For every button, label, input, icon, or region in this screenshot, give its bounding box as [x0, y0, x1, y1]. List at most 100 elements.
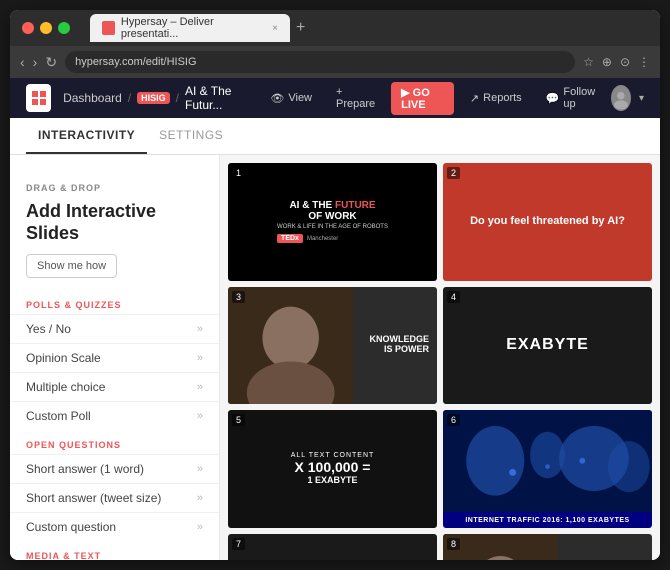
sidebar-item-custom-poll[interactable]: Custom Poll » [10, 401, 219, 430]
slide-5-num-text: X 100,000 = [295, 459, 371, 475]
slide-6[interactable]: 6 [443, 410, 652, 528]
chevron-icon: » [197, 492, 203, 504]
media-section-label: MEDIA & TEXT [10, 541, 219, 560]
toolbar-icons: ☆ ⊕ ⊙ ⋮ [583, 55, 650, 69]
slide-1-num: 1 [232, 167, 245, 179]
short-1word-label: Short answer (1 word) [26, 462, 144, 476]
browser-toolbar: ‹ › ↻ hypersay.com/edit/HISIG ☆ ⊕ ⊙ ⋮ [10, 46, 660, 78]
chevron-icon: » [197, 521, 203, 533]
slide-3[interactable]: 3 KNOWLEDGEIS POWER [228, 287, 437, 405]
chevron-icon: » [197, 352, 203, 364]
tab-close-icon[interactable]: × [272, 23, 278, 34]
slide-3-knowledge: KNOWLEDGEIS POWER [370, 335, 430, 355]
breadcrumb: Dashboard / HISIG / AI & The Futur... [63, 84, 250, 112]
ted-badge: TEDx [277, 234, 303, 243]
browser-window: Hypersay – Deliver presentati... × + ‹ ›… [10, 10, 660, 560]
app-content: INTERACTIVITY SETTINGS DRAG & DROP Add I… [10, 118, 660, 560]
slide-8-num: 8 [447, 538, 460, 550]
slide-3-portrait [228, 287, 353, 405]
app-header: Dashboard / HISIG / AI & The Futur... 👁 … [10, 78, 660, 118]
slide-6-text: INTERNET TRAFFIC 2016: 1,100 EXABYTES [465, 517, 629, 524]
view-button[interactable]: 👁 View [262, 88, 320, 109]
go-live-button[interactable]: ▶ GO LIVE [391, 82, 454, 115]
tab-favicon [102, 21, 115, 35]
slide-2-text: Do you feel threatened by AI? [470, 215, 625, 228]
slide-1[interactable]: 1 AI & THE FUTUREOF WORK WORK & LIFE IN … [228, 163, 437, 281]
slide-8-portrait [443, 534, 558, 560]
slide-5[interactable]: 5 ALL TEXT CONTENT X 100,000 = 1 EXABYTE [228, 410, 437, 528]
back-button[interactable]: ‹ [20, 54, 25, 70]
chevron-icon: » [197, 410, 203, 422]
breadcrumb-home[interactable]: Dashboard [63, 91, 122, 105]
sidebar-item-short-tweet[interactable]: Short answer (tweet size) » [10, 483, 219, 512]
sidebar-item-multiple-choice[interactable]: Multiple choice » [10, 372, 219, 401]
sidebar-item-short-1word[interactable]: Short answer (1 word) » [10, 454, 219, 483]
menu-icon[interactable]: ⋮ [638, 55, 650, 69]
extension-icon[interactable]: ⊕ [602, 55, 612, 69]
slide-8[interactable]: 8 IS KNOWLEDGESTILLPOWER? [443, 534, 652, 560]
slide-1-ted: TEDx Manchester [277, 234, 388, 243]
address-text: hypersay.com/edit/HISIG [75, 56, 196, 68]
slide-grid: 1 AI & THE FUTUREOF WORK WORK & LIFE IN … [228, 163, 652, 560]
eye-icon: 👁 [270, 92, 284, 105]
slide-7-num: 7 [232, 538, 245, 550]
opinion-scale-label: Opinion Scale [26, 351, 101, 365]
browser-tab[interactable]: Hypersay – Deliver presentati... × [90, 14, 290, 42]
prepare-button[interactable]: + Prepare [328, 82, 383, 114]
profile-icon[interactable]: ⊙ [620, 55, 630, 69]
follow-up-icon: 💬 [546, 92, 560, 105]
slide-5-num: 5 [232, 414, 245, 426]
reports-button[interactable]: ↗ Reports [462, 88, 530, 109]
slide-4-num: 4 [447, 291, 460, 303]
user-chevron-icon[interactable]: ▾ [639, 93, 644, 104]
add-slides-title: Add Interactive Slides [10, 197, 219, 254]
reports-icon: ↗ [470, 92, 479, 105]
view-label: View [288, 92, 312, 104]
forward-button[interactable]: › [33, 54, 38, 70]
polls-section-label: POLLS & QUIZZES [10, 290, 219, 314]
slide-2[interactable]: 2 Do you feel threatened by AI? [443, 163, 652, 281]
tab-settings[interactable]: SETTINGS [147, 118, 235, 154]
ted-location: Manchester [307, 236, 338, 242]
show-me-button[interactable]: Show me how [26, 254, 117, 278]
star-icon[interactable]: ☆ [583, 55, 594, 69]
slide-6-map [443, 410, 652, 512]
tab-bar: Hypersay – Deliver presentati... × + [90, 14, 648, 42]
drag-drop-label: DRAG & DROP [10, 183, 219, 197]
custom-poll-label: Custom Poll [26, 409, 91, 423]
open-questions-label: OPEN QUESTIONS [10, 430, 219, 454]
fullscreen-button[interactable] [58, 22, 70, 34]
minimize-button[interactable] [40, 22, 52, 34]
user-avatar[interactable] [611, 85, 631, 111]
address-bar[interactable]: hypersay.com/edit/HISIG [65, 51, 575, 73]
follow-up-label: Follow up [563, 86, 595, 110]
slide-4-text: EXABYTE [506, 336, 589, 354]
sidebar-item-yes-no[interactable]: Yes / No » [10, 314, 219, 343]
sidebar-item-custom-question[interactable]: Custom question » [10, 512, 219, 541]
chevron-icon: » [197, 323, 203, 335]
slide-7[interactable]: 7 KNOWLEDGE IN YOUR POCKET [228, 534, 437, 560]
sidebar: DRAG & DROP Add Interactive Slides Show … [10, 155, 220, 560]
slide-grid-area: 1 AI & THE FUTUREOF WORK WORK & LIFE IN … [220, 155, 660, 560]
slide-4[interactable]: 4 EXABYTE [443, 287, 652, 405]
short-tweet-label: Short answer (tweet size) [26, 491, 161, 505]
refresh-button[interactable]: ↻ [45, 54, 57, 71]
main-layout: DRAG & DROP Add Interactive Slides Show … [10, 155, 660, 560]
header-actions: 👁 View + Prepare ▶ GO LIVE ↗ Reports 💬 F… [262, 82, 644, 115]
traffic-lights [22, 22, 70, 34]
close-button[interactable] [22, 22, 34, 34]
chevron-icon: » [197, 463, 203, 475]
slide-3-text: KNOWLEDGEIS POWER [370, 335, 430, 355]
slide-5-line1: ALL TEXT CONTENT [291, 452, 375, 459]
chevron-icon: » [197, 381, 203, 393]
browser-titlebar: Hypersay – Deliver presentati... × + [10, 10, 660, 46]
follow-up-button[interactable]: 💬 Follow up [538, 82, 604, 114]
content-tabs: INTERACTIVITY SETTINGS [10, 118, 660, 155]
tab-interactivity[interactable]: INTERACTIVITY [26, 118, 147, 154]
slide-1-content: AI & THE FUTUREOF WORK WORK & LIFE IN TH… [269, 192, 396, 251]
breadcrumb-sep2: / [176, 91, 179, 105]
go-live-label: ▶ GO LIVE [401, 86, 444, 111]
prepare-label: + Prepare [336, 86, 375, 110]
new-tab-button[interactable]: + [296, 19, 305, 37]
sidebar-item-opinion-scale[interactable]: Opinion Scale » [10, 343, 219, 372]
